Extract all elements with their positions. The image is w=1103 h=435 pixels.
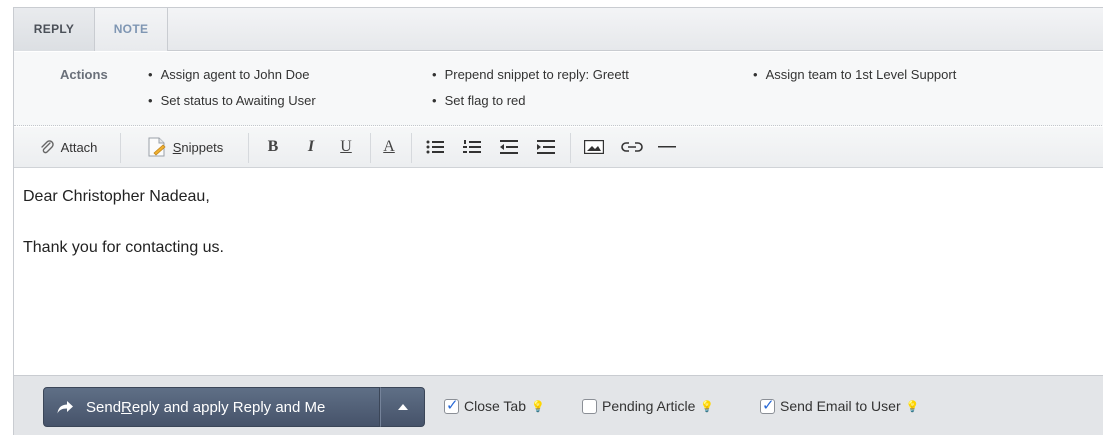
action-bar: Send Reply and apply Reply and Me Close … xyxy=(14,375,1103,435)
bullet-list-button[interactable] xyxy=(419,127,451,167)
tab-reply[interactable]: REPLY xyxy=(14,8,95,51)
action-item: Set flag to red xyxy=(432,93,526,108)
italic-button[interactable]: I xyxy=(297,127,325,167)
send-email-checkbox[interactable]: Send Email to User 💡 xyxy=(760,396,920,414)
send-label: eply and apply Reply and Me xyxy=(131,398,326,416)
reply-text-area[interactable]: Dear Christopher Nadeau, Thank you for c… xyxy=(14,169,1103,375)
help-bulb-icon[interactable]: 💡 xyxy=(906,400,920,413)
send-options-dropdown[interactable] xyxy=(380,387,425,427)
editor-line: Dear Christopher Nadeau, xyxy=(23,188,210,205)
tab-note[interactable]: NOTE xyxy=(95,8,168,51)
attach-button[interactable]: Attach xyxy=(20,127,116,167)
horizontal-rule-icon xyxy=(658,146,676,148)
horizontal-rule-button[interactable] xyxy=(650,127,684,167)
checkbox-box[interactable] xyxy=(582,398,597,414)
attach-label: Attach xyxy=(60,139,98,155)
send-reply-button[interactable]: Send Reply and apply Reply and Me xyxy=(43,387,380,427)
editor-toolbar: Attach Snippets B I U A xyxy=(14,127,1103,168)
indent-button[interactable] xyxy=(530,127,562,167)
snippet-document-icon xyxy=(148,137,166,157)
help-bulb-icon[interactable]: 💡 xyxy=(700,400,714,413)
snippets-button[interactable]: Snippets xyxy=(128,127,242,167)
reply-editor-panel: REPLY NOTE Actions Assign agent to John … xyxy=(13,7,1103,435)
checkbox-box[interactable] xyxy=(444,396,459,414)
bold-button[interactable]: B xyxy=(257,127,289,167)
outdent-button[interactable] xyxy=(493,127,525,167)
numbered-list-icon xyxy=(463,140,481,153)
help-bulb-icon[interactable]: 💡 xyxy=(531,400,545,413)
reply-arrow-icon xyxy=(57,400,73,413)
bullet-list-icon xyxy=(426,140,444,154)
insert-image-button[interactable] xyxy=(577,127,611,167)
outdent-icon xyxy=(500,140,518,154)
actions-label: Actions xyxy=(60,67,108,82)
font-color-button[interactable]: A xyxy=(376,127,402,167)
indent-icon xyxy=(537,140,555,154)
tab-bar: REPLY NOTE xyxy=(14,8,1103,51)
checkbox-box[interactable] xyxy=(760,396,775,414)
pending-article-label: Pending Article xyxy=(602,398,696,414)
action-item: Set status to Awaiting User xyxy=(148,93,316,108)
snippets-label: nippets xyxy=(181,139,224,155)
action-item: Assign team to 1st Level Support xyxy=(753,67,957,82)
editor-line: Thank you for contacting us. xyxy=(23,239,224,256)
pending-article-checkbox[interactable]: Pending Article 💡 xyxy=(582,398,714,414)
insert-link-button[interactable] xyxy=(615,127,649,167)
close-tab-checkbox[interactable]: Close Tab 💡 xyxy=(444,396,545,414)
image-icon xyxy=(584,140,604,154)
actions-panel: Actions Assign agent to John Doe Set sta… xyxy=(14,52,1103,126)
close-tab-label: Close Tab xyxy=(464,398,527,414)
numbered-list-button[interactable] xyxy=(456,127,488,167)
action-item: Prepend snippet to reply: Greett xyxy=(432,67,629,82)
link-icon xyxy=(621,142,643,152)
caret-up-icon xyxy=(397,404,408,410)
send-label-prefix: Send xyxy=(86,398,122,416)
paperclip-icon xyxy=(40,140,54,154)
action-item: Assign agent to John Doe xyxy=(148,67,310,82)
send-label-mnemonic: R xyxy=(121,398,132,416)
send-email-label: Send Email to User xyxy=(780,398,901,414)
snippets-label-mnemonic: S xyxy=(172,139,182,155)
underline-button[interactable]: U xyxy=(332,127,360,167)
